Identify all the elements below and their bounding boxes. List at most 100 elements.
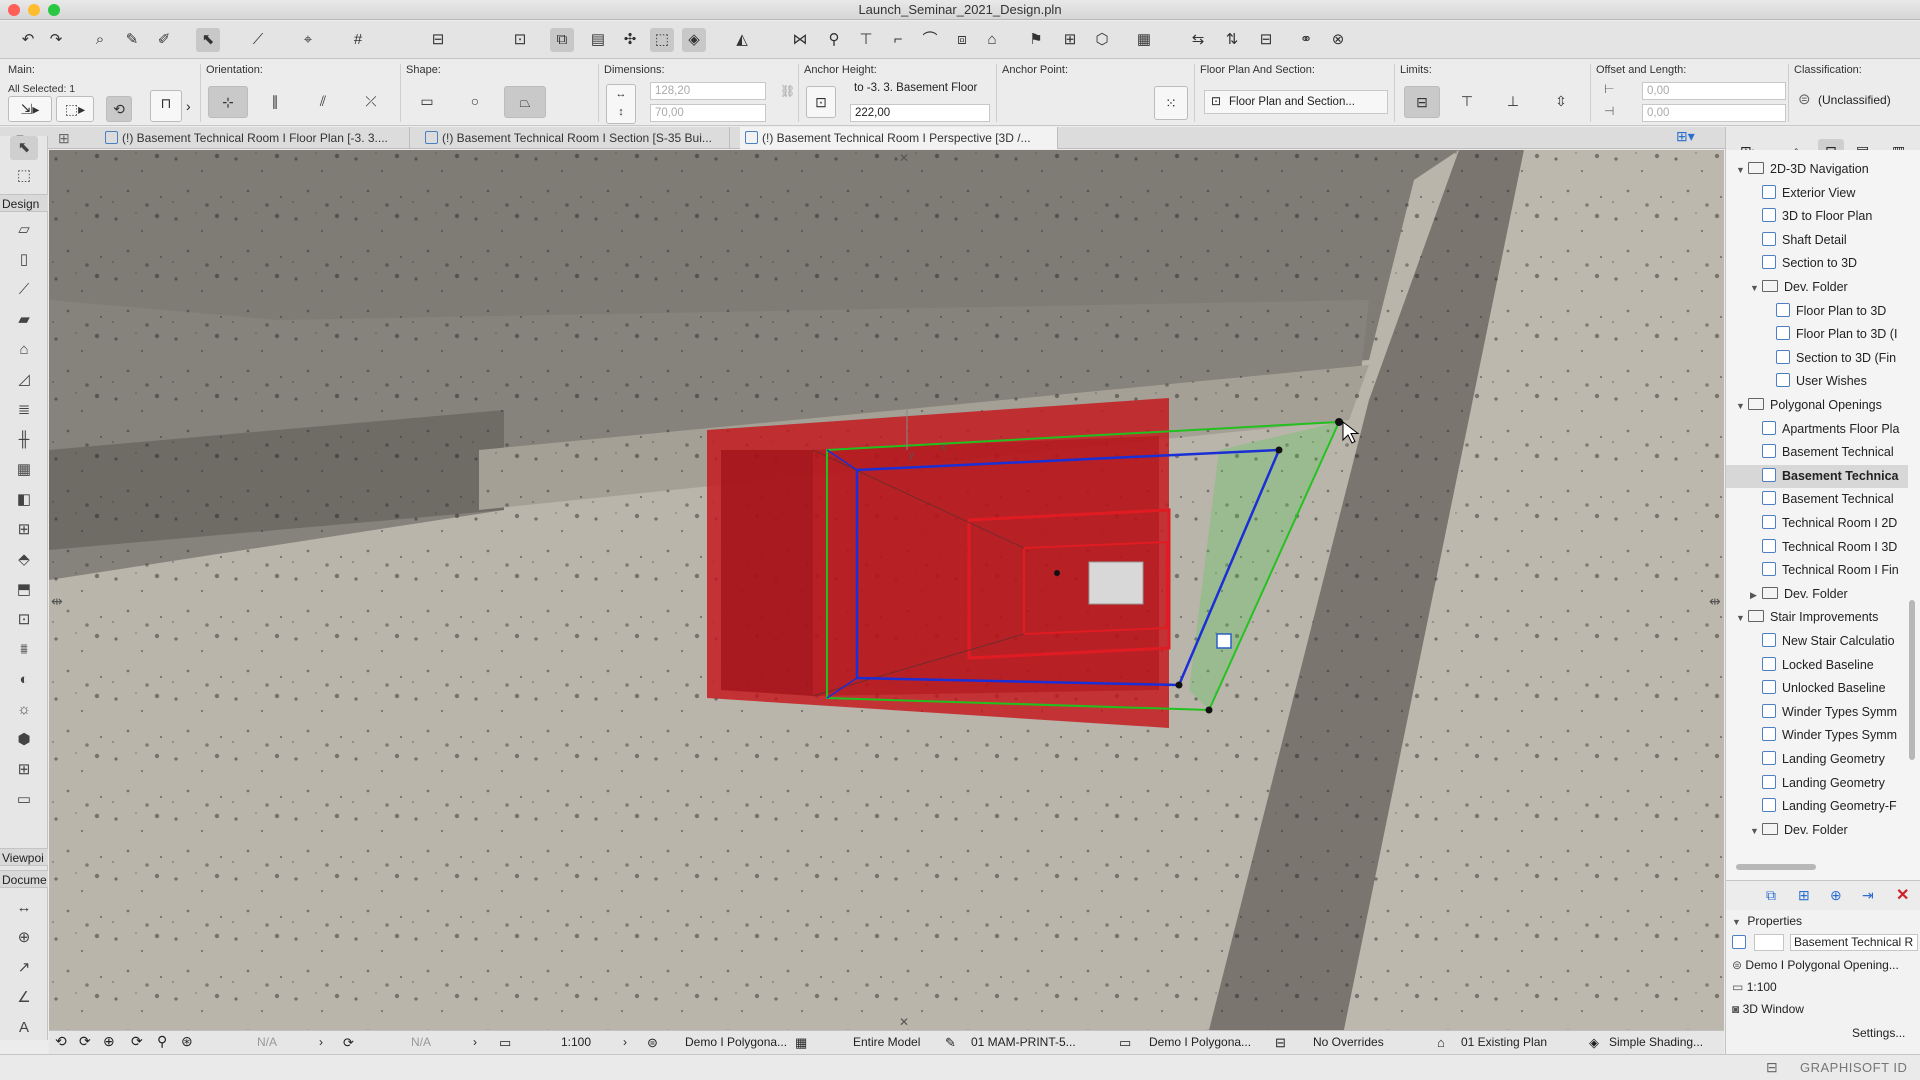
measure-icon[interactable]: ⚲ [822,28,846,52]
pick-up-parameters-icon[interactable]: ✎ [120,28,144,52]
grid-element-icon[interactable]: ⊞ [10,758,38,782]
stair-icon[interactable]: ≣ [10,398,38,422]
link-dimensions-icon[interactable]: ⛓ [780,84,795,98]
explode-icon[interactable]: ✣ [618,28,642,52]
solid-operations-icon[interactable]: ◭ [730,28,754,52]
model-view-options[interactable]: Demo I Polygona... [1149,1035,1251,1049]
navigator-view-item[interactable]: Winder Types Symm [1726,701,1908,724]
layer-combination[interactable]: Demo I Polygona... [685,1035,787,1049]
tab-overview-icon[interactable]: ⊞ [58,130,70,147]
element-type-selector[interactable]: ⇲▸ [8,96,52,122]
navigator-folder[interactable]: ▼ 2D-3D Navigation [1726,158,1908,181]
door-icon[interactable]: ◧ [10,488,38,512]
flag-icon[interactable]: ⚑ [1024,28,1048,52]
anchor-point-selector-icon[interactable]: ⁙ [1154,86,1188,120]
navigator-view-item[interactable]: Landing Geometry [1726,748,1908,771]
undo-icon[interactable]: ↶ [16,28,40,52]
limit-both-icon[interactable]: ⇳ [1548,89,1574,115]
object-icon[interactable]: ⊡ [10,608,38,632]
close-window-button[interactable] [8,4,20,16]
navigator-folder[interactable]: ▼ Dev. Folder [1726,276,1908,299]
tab-perspective[interactable]: (!) Basement Technical Room I Perspectiv… [740,127,1058,149]
navigator-view-item[interactable]: Basement Technical [1726,488,1908,511]
angle-dimension-icon[interactable]: ∠ [10,986,38,1010]
limit-bottom-icon[interactable]: ⊥ [1500,89,1526,115]
navigator-view-item[interactable]: Landing Geometry [1726,772,1908,795]
anchor-height-field[interactable]: 222,00 [850,104,990,122]
view-name-field[interactable]: Basement Technical R [1790,934,1918,951]
marquee-icon[interactable]: ⬚ [10,164,38,188]
morph-icon[interactable]: ◐ [10,668,38,692]
skylight-icon[interactable]: ⬘ [10,548,38,572]
design-section[interactable]: Design [0,194,48,212]
polygon-icon[interactable]: ⬡ [1090,28,1114,52]
brand-label[interactable]: GRAPHISOFT ID [1800,1060,1907,1075]
snap-reference-icon[interactable]: ⌖ [296,28,320,52]
navigator-folder[interactable]: ▼ Dev. Folder [1726,819,1908,842]
classification-value[interactable]: (Unclassified) [1818,93,1891,107]
new-folder-icon[interactable]: ⊞ [1798,887,1810,904]
distribute-icon[interactable]: ⊞ [1058,28,1082,52]
curtain-wall-icon[interactable]: ▦ [10,458,38,482]
navigator-folder[interactable]: ▶ Dev. Folder [1726,583,1908,606]
orientation-perpendicular-icon[interactable]: ⊹ [208,86,248,118]
navigator-view-item[interactable]: Shaft Detail [1726,229,1908,252]
grid-snap-icon[interactable]: # [346,28,370,52]
edit-selection-icon[interactable]: ⬚ [650,28,674,52]
settings-icon[interactable]: ⊓ [150,90,182,122]
collapse-triangle-icon[interactable]: ▶ [1750,584,1762,606]
navigator-folder[interactable]: ▼ Stair Improvements [1726,606,1908,629]
move-icon[interactable]: ⇥ [1862,887,1874,904]
navigator-view-item[interactable]: Unlocked Baseline [1726,677,1908,700]
fillet-icon[interactable]: ⌒ [918,28,942,52]
split-icon[interactable]: ⧈ [950,28,974,52]
slab-icon[interactable]: ▰ [10,308,38,332]
expand-triangle-icon[interactable]: ▼ [1750,820,1762,842]
send-receive-icon[interactable]: ⇅ [1220,28,1244,52]
rotate-view-icon[interactable]: ⟳ [79,1033,91,1050]
tab-floor-plan[interactable]: (!) Basement Technical Room I Floor Plan… [100,127,410,149]
minimize-window-button[interactable] [28,4,40,16]
more-tools-icon[interactable]: ▭ [10,788,38,812]
3d-style[interactable]: Simple Shading... [1609,1035,1703,1049]
offset-field[interactable]: 0,00 [1642,82,1786,100]
navigator-view-item[interactable]: User Wishes [1726,370,1908,393]
elevate-icon[interactable]: ⊤ [854,28,878,52]
lamp-icon[interactable]: ☼ [10,698,38,722]
navigator-view-item[interactable]: Floor Plan to 3D [1726,300,1908,323]
navigator-view-item[interactable]: Technical Room I 3D [1726,536,1908,559]
navigator-view-item[interactable]: Locked Baseline [1726,654,1908,677]
wall-icon[interactable]: ▱ [10,218,38,242]
navigator-view-item[interactable]: Basement Technical [1726,441,1908,464]
fit-in-window-icon[interactable]: ⊛ [181,1033,193,1050]
redo-icon[interactable]: ↷ [44,28,68,52]
expand-triangle-icon[interactable]: ▼ [1750,277,1762,299]
inject-parameters-icon[interactable]: ✐ [152,28,176,52]
navigator-view-item[interactable]: 3D to Floor Plan [1726,205,1908,228]
properties-header[interactable]: ▼ Properties [1732,910,1802,932]
anchor-height-icon[interactable]: ⊡ [806,86,836,118]
settings-button[interactable]: Settings... [1852,1022,1905,1044]
navigator-view-item[interactable]: Exterior View [1726,182,1908,205]
navigator-view-item[interactable]: Section to 3D (Fin [1726,347,1908,370]
orientation-free-icon[interactable]: ⤫ [358,89,384,115]
window-icon[interactable]: ⊞ [10,518,38,542]
view-id-field[interactable] [1754,934,1784,951]
shape-circle-icon[interactable]: ○ [462,89,488,115]
height-field[interactable]: 70,00 [650,104,766,122]
shape-polygon-icon[interactable]: ⏢ [504,86,546,118]
chevron-right-icon[interactable]: › [319,1035,323,1049]
link-icon[interactable]: ⚭ [1294,28,1318,52]
shape-rectangle-icon[interactable]: ▭ [414,89,440,115]
navigator-view-item[interactable]: Technical Room I 2D [1726,512,1908,535]
horizontal-scrollbar[interactable] [1736,864,1816,870]
anchor-story[interactable]: to -3. 3. Basement Floor [854,82,977,94]
rotate-icon[interactable]: ⟲ [106,96,132,122]
width-field[interactable]: 128,20 [650,82,766,100]
graphic-overrides[interactable]: No Overrides [1313,1035,1384,1049]
find-select-icon[interactable]: ⌕ [88,28,112,52]
roof-icon[interactable]: ⌂ [10,338,38,362]
guide-line-icon[interactable]: ⟋ [246,28,270,52]
navigator-view-item[interactable]: Apartments Floor Pla [1726,418,1908,441]
length-field[interactable]: 0,00 [1642,104,1786,122]
